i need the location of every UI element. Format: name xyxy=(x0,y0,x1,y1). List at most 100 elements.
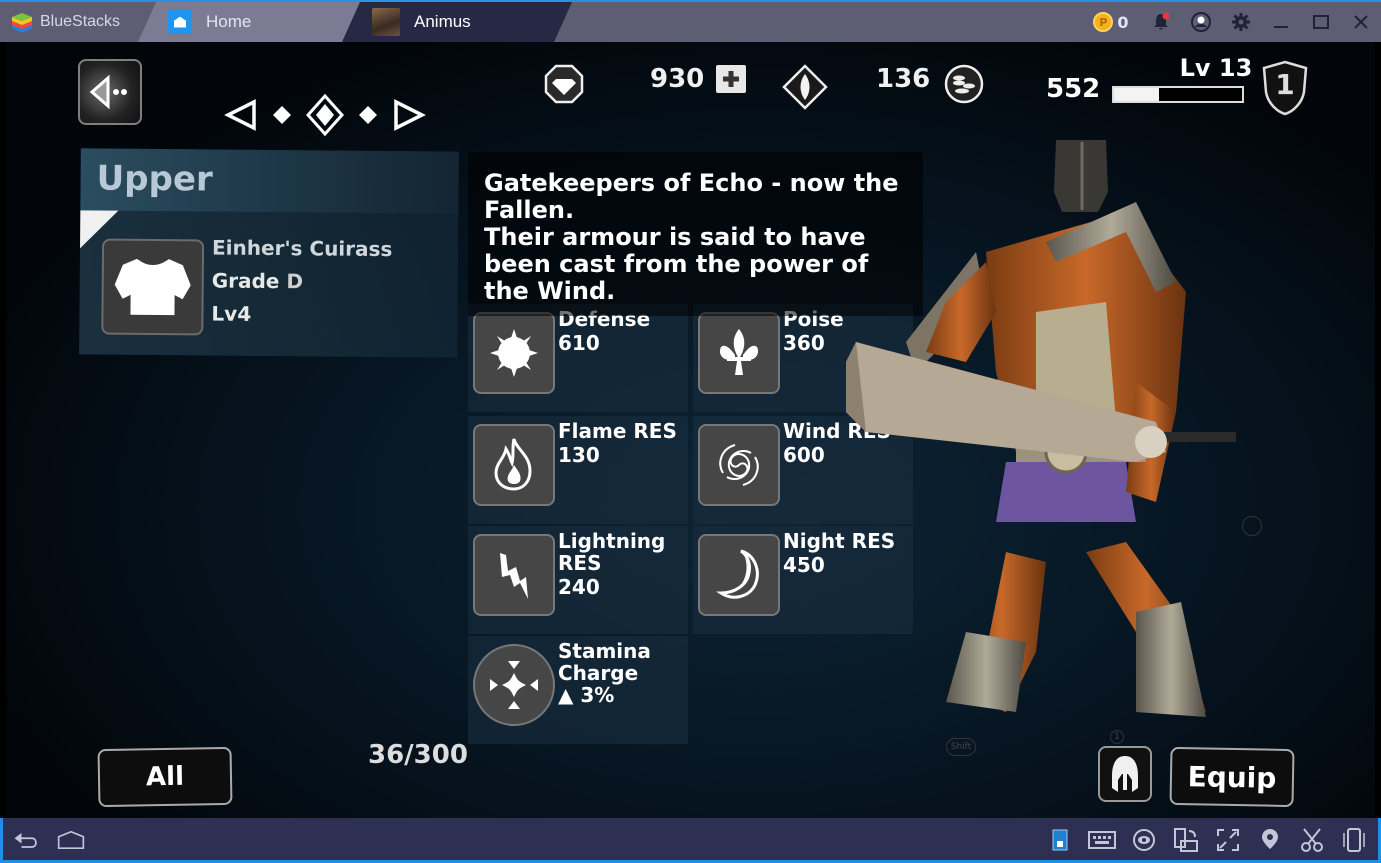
keymap-hint-one: 1 xyxy=(1110,730,1124,744)
item-details: Einher's Cuirass Grade D Lv4 xyxy=(211,232,392,333)
close-icon xyxy=(1354,15,1368,29)
window-controls: P 0 xyxy=(1081,2,1381,42)
bell-icon xyxy=(1154,12,1170,30)
back-arrow-icon xyxy=(14,833,37,848)
current-slot-diamond-icon[interactable] xyxy=(306,94,344,136)
close-button[interactable] xyxy=(1341,2,1381,42)
add-gems-button[interactable] xyxy=(716,65,747,93)
coin-count: 0 xyxy=(1117,12,1129,32)
android-home-button[interactable] xyxy=(57,826,85,854)
keymapping-toggle-icon xyxy=(1052,829,1068,851)
slot-dot-icon[interactable] xyxy=(272,105,292,125)
shard-balance: 136 xyxy=(876,64,930,94)
home-outline-icon xyxy=(57,830,85,850)
character-model[interactable] xyxy=(836,132,1256,732)
window-titlebar: BlueStacks Home Animus P 0 xyxy=(0,0,1381,42)
plus-icon xyxy=(723,71,740,87)
stat-stamina-charge: Stamina Charge ▲ 3% xyxy=(468,636,688,744)
android-navbar xyxy=(0,818,1381,863)
shake-device-icon xyxy=(1343,828,1365,852)
stat-flame-res: Flame RES 130 xyxy=(468,416,688,524)
cuirass-icon xyxy=(114,258,191,316)
lightning-icon xyxy=(473,534,555,616)
slot-dot-icon[interactable] xyxy=(358,105,378,125)
description-line: Their armour is said to have been cast f… xyxy=(484,223,869,305)
brand-name: BlueStacks xyxy=(40,13,121,30)
notification-button[interactable] xyxy=(1141,2,1181,42)
keymapping-toggle-button[interactable] xyxy=(1046,826,1074,854)
keyboard-icon xyxy=(1088,831,1116,849)
xp-progress-bar xyxy=(1112,86,1244,103)
shake-device-button[interactable] xyxy=(1340,826,1368,854)
crescent-moon-icon xyxy=(698,534,780,616)
filter-all-button[interactable]: All xyxy=(97,746,233,808)
item-slot[interactable] xyxy=(101,238,205,336)
stat-value: 130 xyxy=(558,443,600,467)
gem-icon-wrap xyxy=(544,64,584,104)
fullscreen-button[interactable] xyxy=(1214,826,1242,854)
bluestacks-logo-tab[interactable]: BlueStacks xyxy=(0,2,150,42)
scissors-icon xyxy=(1301,828,1323,852)
rotate-screen-icon xyxy=(1174,828,1198,852)
android-back-button[interactable] xyxy=(11,826,39,854)
grade-value: D xyxy=(286,269,304,294)
screenshot-button[interactable] xyxy=(1298,826,1326,854)
settings-button[interactable] xyxy=(1221,2,1261,42)
eye-icon xyxy=(1133,829,1155,851)
tab-home-label: Home xyxy=(206,12,252,31)
account-icon xyxy=(1191,12,1211,32)
stat-value: 360 xyxy=(783,331,825,355)
grade-label: Grade xyxy=(211,268,280,294)
keyboard-button[interactable] xyxy=(1088,826,1116,854)
gem-balance: 930 xyxy=(650,64,747,94)
equipment-slot-panel: Upper Einher's Cuirass Grade D Lv4 xyxy=(79,148,459,358)
minimize-icon xyxy=(1274,26,1288,28)
slot-navigator xyxy=(224,94,426,136)
location-button[interactable] xyxy=(1256,826,1284,854)
next-slot-arrow-icon[interactable] xyxy=(392,98,426,132)
gem-icon xyxy=(544,64,584,104)
game-thumbnail-icon xyxy=(372,8,400,36)
coin-balance[interactable]: P 0 xyxy=(1081,2,1141,42)
home-icon xyxy=(168,10,192,34)
gold-icon-wrap xyxy=(944,64,984,104)
gear-icon xyxy=(1232,13,1250,31)
gem-count: 930 xyxy=(650,64,705,94)
stat-value: 610 xyxy=(558,331,600,355)
tab-home[interactable]: Home xyxy=(138,2,366,42)
keymap-hint-shift: Shift xyxy=(946,738,976,756)
rank-number: 1 xyxy=(1275,68,1295,101)
gold-coins-icon xyxy=(944,64,984,104)
fleur-de-lis-icon xyxy=(698,312,780,394)
slot-title: Upper xyxy=(96,158,213,200)
stat-label: Lightning RES xyxy=(558,529,666,575)
soul-shard-icon xyxy=(782,64,828,110)
rotate-screen-button[interactable] xyxy=(1172,826,1200,854)
rank-badge[interactable]: 1 xyxy=(1262,60,1308,116)
previous-slot-arrow-icon[interactable] xyxy=(224,98,258,132)
inventory-count: 36/300 xyxy=(368,740,468,770)
eye-view-button[interactable] xyxy=(1130,826,1158,854)
item-level: Lv4 xyxy=(211,301,252,326)
helmet-toggle-button[interactable] xyxy=(1098,746,1152,802)
minimize-button[interactable] xyxy=(1261,2,1301,42)
tab-animus[interactable]: Animus xyxy=(342,2,572,42)
stat-label: Flame RES xyxy=(558,419,677,443)
wind-spiral-icon xyxy=(698,424,780,506)
stat-defense: Defense 610 xyxy=(468,304,688,412)
game-viewport[interactable]: 930 136 552 Lv 13 1 Upper Einher's Cuira… xyxy=(6,42,1375,818)
item-grade: Grade D xyxy=(212,265,393,300)
slot-header: Upper xyxy=(80,148,459,214)
bluestacks-logo-icon xyxy=(10,11,32,33)
maximize-icon xyxy=(1313,15,1329,29)
item-name: Einher's Cuirass xyxy=(211,235,393,262)
location-pin-icon xyxy=(1262,829,1278,849)
tab-animus-label: Animus xyxy=(414,12,471,31)
maximize-button[interactable] xyxy=(1301,2,1341,42)
account-button[interactable] xyxy=(1181,2,1221,42)
stamina-icon xyxy=(473,644,555,726)
equip-button[interactable]: Equip xyxy=(1169,746,1295,808)
coin-icon: P xyxy=(1093,12,1114,32)
stat-label: Stamina Charge xyxy=(558,639,651,685)
back-button[interactable] xyxy=(78,59,142,125)
